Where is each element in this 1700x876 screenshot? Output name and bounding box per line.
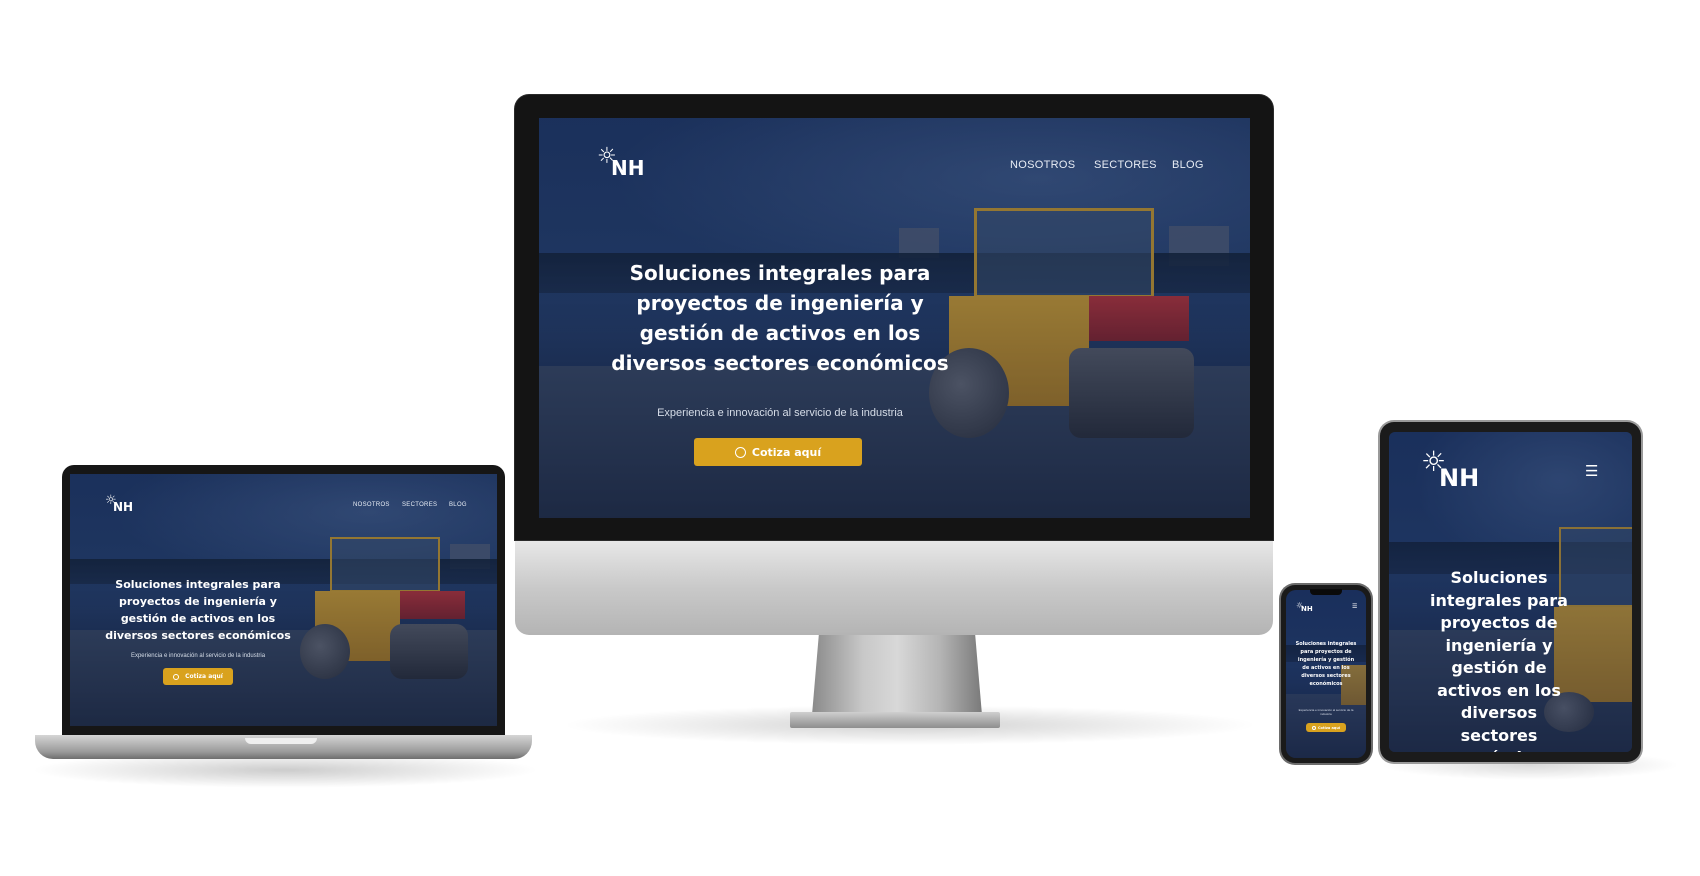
hero-title: Soluciones integrales para proyectos de … <box>611 261 949 375</box>
hamburger-icon[interactable]: ☰ <box>1585 462 1598 480</box>
whatsapp-icon <box>173 673 180 680</box>
hero-title: Soluciones integrales para proyectos de … <box>1295 641 1357 687</box>
logo-text: NH <box>1301 605 1313 613</box>
site-logo[interactable]: ☼ NH <box>1421 448 1479 493</box>
cta-label: Cotiza aquí <box>1317 725 1341 730</box>
nav-item-sectores[interactable]: SECTORES <box>1094 159 1157 171</box>
hero-subtitle: Experiencia e innovación al servicio de … <box>130 653 266 659</box>
nav-item-nosotros[interactable]: NOSOTROS <box>353 502 390 508</box>
laptop-screen: ☼ NH NOSOTROS SECTORES BLOG Soluciones i… <box>70 474 497 726</box>
hero-subtitle: Experiencia e innovación al servicio de … <box>657 407 903 419</box>
hero-title: Soluciones integrales para proyectos de … <box>1430 568 1568 752</box>
phone-screen: ☼ NH ☰ Soluciones integrales para proyec… <box>1286 590 1366 758</box>
cta-button[interactable]: Cotiza aquí <box>1306 723 1346 732</box>
cta-button[interactable]: Cotiza aquí <box>694 438 862 466</box>
nav-item-nosotros[interactable]: NOSOTROS <box>1010 159 1075 171</box>
cta-button[interactable]: Cotiza aquí <box>163 668 233 685</box>
cta-label: Cotiza aquí <box>185 673 223 680</box>
site-logo[interactable]: ☼ NH <box>105 494 133 516</box>
logo-text: NH <box>1439 464 1480 492</box>
tablet-screen: ☼ NH ☰ Soluciones integrales para proyec… <box>1389 432 1632 752</box>
hero-title: Soluciones integrales para proyectos de … <box>105 578 291 642</box>
cta-label: Cotiza aquí <box>751 445 822 459</box>
site-logo[interactable]: ☼ NH <box>597 146 644 180</box>
logo-text: NH <box>611 156 645 180</box>
desktop-stand-neck <box>812 635 982 715</box>
whatsapp-icon <box>734 446 746 458</box>
nav-item-blog[interactable]: BLOG <box>1172 159 1204 171</box>
logo-text: NH <box>113 500 134 514</box>
laptop-notch <box>245 738 317 744</box>
phone-notch <box>1310 589 1342 595</box>
hamburger-icon[interactable]: ☰ <box>1352 603 1357 610</box>
nav-item-sectores[interactable]: SECTORES <box>402 502 437 508</box>
desktop-stand-foot <box>790 712 1000 728</box>
desktop-chin <box>515 540 1273 635</box>
nav-item-blog[interactable]: BLOG <box>449 502 467 508</box>
site-logo[interactable]: ☼ NH <box>1296 602 1313 616</box>
whatsapp-icon <box>1311 725 1316 730</box>
desktop-screen: ☼ NH NOSOTROS SECTORES BLOG Soluciones i… <box>539 118 1250 518</box>
hero-subtitle: Experiencia e innovación al servicio de … <box>1298 708 1354 716</box>
